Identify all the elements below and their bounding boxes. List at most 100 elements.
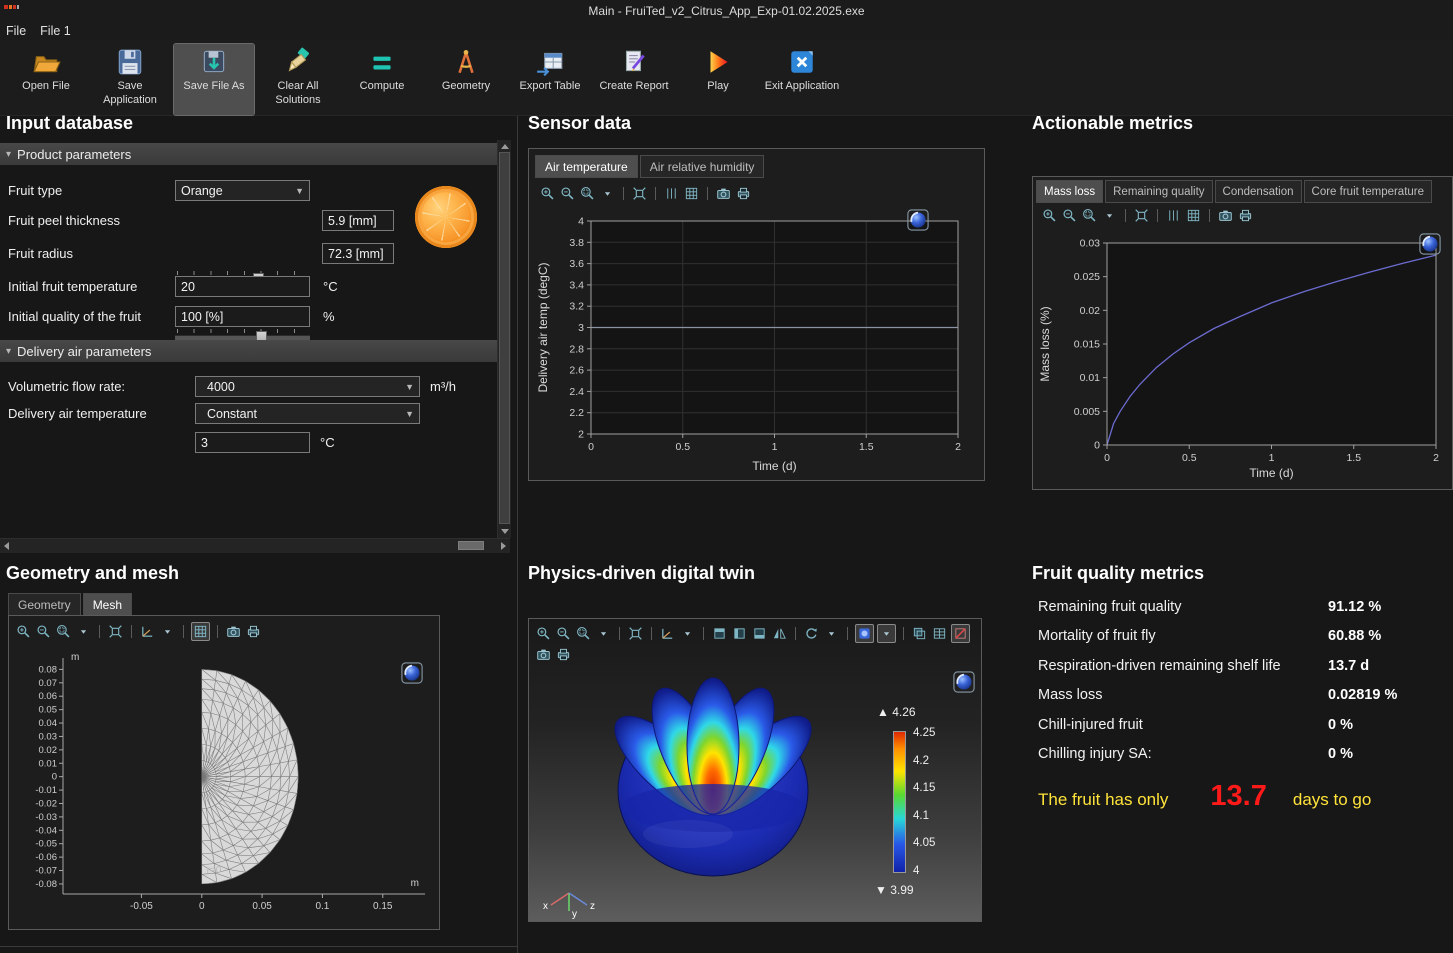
zoom-box-icon[interactable]: [1081, 207, 1098, 224]
zoom-extents-icon[interactable]: [631, 185, 648, 202]
scroll-up-icon[interactable]: [501, 144, 509, 149]
axis-view-icon[interactable]: [139, 623, 156, 640]
tab-remaining-quality[interactable]: Remaining quality: [1105, 180, 1212, 203]
fruit-radius-value[interactable]: 72.3 [mm]: [322, 243, 394, 264]
zoom-in-icon[interactable]: [535, 625, 552, 642]
tab-air-relative-humidity[interactable]: Air relative humidity: [640, 155, 765, 178]
tab-mass-loss[interactable]: Mass loss: [1036, 180, 1103, 203]
grid-vertical-icon[interactable]: [1165, 207, 1182, 224]
scroll-right-icon[interactable]: [501, 542, 506, 550]
create-report-button[interactable]: Create Report: [594, 44, 674, 115]
orange-image: [415, 186, 477, 248]
zoom-box-icon[interactable]: [55, 623, 72, 640]
fruit-type-dropdown[interactable]: Orange ▼: [175, 180, 310, 201]
camera-icon[interactable]: [225, 623, 242, 640]
svg-text:0.04: 0.04: [39, 718, 58, 729]
product-parameters-header[interactable]: ▾ Product parameters: [0, 143, 497, 165]
zoom-out-icon[interactable]: [35, 623, 52, 640]
print-icon[interactable]: [1237, 207, 1254, 224]
peel-thickness-value[interactable]: 5.9 [mm]: [322, 210, 394, 231]
delivery-temp-setpoint-input[interactable]: [195, 432, 310, 453]
vertical-scrollbar[interactable]: [497, 140, 511, 538]
caret-icon[interactable]: [823, 625, 840, 642]
export-table-button[interactable]: Export Table: [510, 44, 590, 115]
caret-icon[interactable]: [877, 624, 896, 643]
zoom-box-icon[interactable]: [579, 185, 596, 202]
zoom-out-icon[interactable]: [1061, 207, 1078, 224]
view-yz-icon[interactable]: [731, 625, 748, 642]
delivery-temp-dropdown[interactable]: Constant ▼: [195, 403, 420, 424]
transparency-icon[interactable]: [911, 625, 928, 642]
exit-application-button[interactable]: Exit Application: [762, 44, 842, 115]
menu-file1[interactable]: File 1: [40, 24, 71, 38]
grid-horizontal-icon[interactable]: [191, 622, 210, 641]
zoom-extents-icon[interactable]: [627, 625, 644, 642]
caret-icon[interactable]: [75, 623, 92, 640]
caret-icon[interactable]: [679, 625, 696, 642]
zoom-extents-icon[interactable]: [107, 623, 124, 640]
reflect-icon[interactable]: [771, 625, 788, 642]
colorbar-tick: 4.1: [913, 810, 935, 822]
zoom-out-icon[interactable]: [555, 625, 572, 642]
geometry-button[interactable]: Geometry: [426, 44, 506, 115]
twin-plot-toolbar-row1: [535, 624, 970, 643]
flow-rate-dropdown[interactable]: 4000 ▼: [195, 376, 420, 397]
print-icon[interactable]: [245, 623, 262, 640]
mass-loss-chart[interactable]: 00.511.5200.0050.010.0150.020.0250.03Tim…: [1035, 229, 1450, 485]
delivery-air-header[interactable]: ▾ Delivery air parameters: [0, 340, 497, 362]
digital-twin-scene[interactable]: [593, 666, 833, 896]
save-file-as-button[interactable]: Save File As: [174, 44, 254, 115]
print-icon[interactable]: [555, 646, 572, 663]
clear-all-solutions-button[interactable]: Clear All Solutions: [258, 44, 338, 115]
tab-air-temperature[interactable]: Air temperature: [535, 155, 638, 178]
play-button[interactable]: Play: [678, 44, 758, 115]
app-logo-icon: [4, 3, 30, 13]
vertical-scroll-thumb[interactable]: [499, 152, 510, 524]
scene-icon[interactable]: [855, 624, 874, 643]
tab-condensation[interactable]: Condensation: [1215, 180, 1302, 203]
zoom-in-icon[interactable]: [15, 623, 32, 640]
caret-icon[interactable]: [1101, 207, 1118, 224]
grid-horizontal-icon[interactable]: [683, 185, 700, 202]
caret-icon[interactable]: [159, 623, 176, 640]
horizontal-scroll-thumb[interactable]: [458, 541, 484, 550]
scroll-left-icon[interactable]: [4, 542, 9, 550]
toolbar-separator: [1157, 209, 1158, 222]
tab-geometry[interactable]: Geometry: [8, 593, 81, 616]
compute-button[interactable]: Compute: [342, 44, 422, 115]
caret-icon[interactable]: [595, 625, 612, 642]
metric-value: 0 %: [1328, 746, 1353, 762]
camera-icon[interactable]: [715, 185, 732, 202]
camera-icon[interactable]: [1217, 207, 1234, 224]
open-file-button[interactable]: Open File: [6, 44, 86, 115]
zoom-in-icon[interactable]: [1041, 207, 1058, 224]
colorbar-tick: 4.05: [913, 837, 935, 849]
grid-vertical-icon[interactable]: [663, 185, 680, 202]
shelf-life-message: The fruit has only 13.7 days to go: [1038, 780, 1371, 813]
initial-temp-input[interactable]: [175, 276, 310, 297]
view-xz-icon[interactable]: [751, 625, 768, 642]
data-table-icon[interactable]: [931, 625, 948, 642]
caret-icon[interactable]: [599, 185, 616, 202]
menu-file[interactable]: File: [6, 24, 26, 38]
horizontal-scrollbar[interactable]: [0, 538, 510, 553]
camera-icon[interactable]: [535, 646, 552, 663]
sensor-chart[interactable]: 00.511.5222.22.42.62.833.23.43.63.84Time…: [533, 207, 978, 478]
initial-quality-input[interactable]: [175, 306, 310, 327]
rotate-icon[interactable]: [803, 625, 820, 642]
clip-icon[interactable]: [951, 624, 970, 643]
tab-core-fruit-temperature[interactable]: Core fruit temperature: [1304, 180, 1433, 203]
mesh-chart[interactable]: 0.080.070.060.050.040.030.020.010-0.01-0…: [11, 644, 437, 928]
view-xy-icon[interactable]: [711, 625, 728, 642]
tab-mesh[interactable]: Mesh: [83, 593, 132, 616]
print-icon[interactable]: [735, 185, 752, 202]
scroll-down-icon[interactable]: [501, 529, 509, 534]
save-application-button[interactable]: Save Application: [90, 44, 170, 115]
svg-text:0.05: 0.05: [252, 901, 272, 912]
zoom-out-icon[interactable]: [559, 185, 576, 202]
zoom-extents-icon[interactable]: [1133, 207, 1150, 224]
axis-view-icon[interactable]: [659, 625, 676, 642]
grid-horizontal-icon[interactable]: [1185, 207, 1202, 224]
zoom-box-icon[interactable]: [575, 625, 592, 642]
zoom-in-icon[interactable]: [539, 185, 556, 202]
